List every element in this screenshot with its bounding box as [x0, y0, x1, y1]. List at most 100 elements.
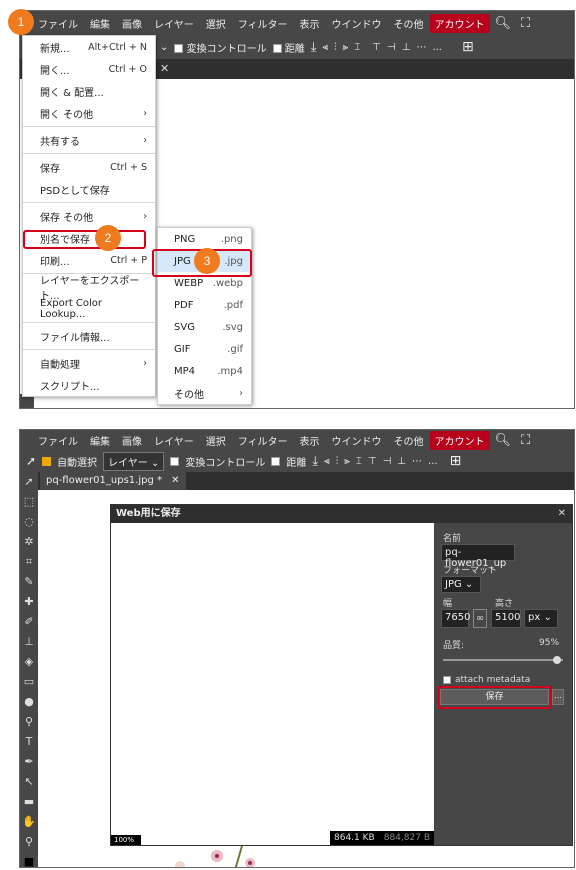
menu-image[interactable]: 画像 — [116, 433, 148, 448]
menu-item-export-layers[interactable]: レイヤーをエクスポート... — [23, 276, 155, 302]
align-bottom-icon[interactable]: ⊥ — [402, 42, 411, 53]
grid-icon[interactable]: ⊞ — [450, 453, 462, 469]
submenu-item-svg[interactable]: SVG .svg — [158, 316, 251, 338]
distribute-h-icon[interactable]: ⋯ — [412, 456, 422, 467]
menu-item-print[interactable]: 印刷... Ctrl + P — [23, 249, 155, 271]
menu-select[interactable]: 選択 — [200, 433, 232, 448]
distance-toggle[interactable]: 距離 — [272, 40, 305, 55]
submenu-item-mp4[interactable]: MP4 .mp4 — [158, 360, 251, 382]
align-bottom-icon[interactable]: ⊥ — [397, 456, 406, 467]
menu-item-open[interactable]: 開く... Ctrl + O — [23, 58, 155, 80]
name-input[interactable]: pq-flower01_up — [441, 544, 515, 569]
menu-item-file-info[interactable]: ファイル情報... — [23, 325, 155, 347]
menu-view[interactable]: 表示 — [294, 16, 326, 31]
layer-select[interactable]: レイヤー ⌄ — [103, 451, 165, 471]
align-center-icon[interactable]: ⫶ — [334, 42, 337, 53]
crop-tool-icon[interactable]: ⌗ — [20, 552, 38, 572]
menu-layer[interactable]: レイヤー — [148, 16, 200, 31]
unit-select[interactable]: px ⌄ — [524, 609, 558, 628]
transform-control-toggle[interactable]: 変換コントロール — [174, 40, 267, 55]
distance-checkbox[interactable] — [271, 456, 281, 466]
submenu-item-pdf[interactable]: PDF .pdf — [158, 294, 251, 316]
close-icon[interactable]: ✕ — [558, 508, 566, 519]
width-input[interactable]: 7650 — [441, 609, 470, 628]
menu-view[interactable]: 表示 — [294, 433, 326, 448]
fullscreen-icon[interactable]: ⛶ — [516, 433, 535, 448]
menu-item-save[interactable]: 保存 Ctrl + S — [23, 156, 155, 178]
blur-tool-icon[interactable]: ● — [20, 692, 38, 712]
distribute-icon[interactable]: ⌶ — [356, 456, 362, 467]
menu-item-export-lookup[interactable]: Export Color Lookup... — [23, 298, 155, 320]
menu-item-automate[interactable]: 自動処理 › — [23, 352, 155, 374]
marquee-tool-icon[interactable]: ⬚ — [20, 492, 38, 512]
menu-file[interactable]: ファイル — [32, 16, 84, 31]
align-left-icon[interactable]: ⫷ — [324, 456, 330, 467]
move-tool-icon[interactable]: ➚ — [20, 472, 38, 492]
menu-more[interactable]: その他 — [388, 433, 430, 448]
menu-edit[interactable]: 編集 — [84, 16, 116, 31]
menu-layer[interactable]: レイヤー — [148, 433, 200, 448]
lasso-tool-icon[interactable]: ◌ — [20, 512, 38, 532]
wand-tool-icon[interactable]: ✲ — [20, 532, 38, 552]
distance-checkbox[interactable] — [272, 44, 282, 53]
menu-filter[interactable]: フィルター — [232, 433, 294, 448]
metadata-toggle[interactable]: attach metadata — [443, 675, 530, 685]
menu-item-open-other[interactable]: 開く その他 › — [23, 102, 155, 124]
search-icon[interactable]: 🔍︎ — [490, 16, 517, 31]
menu-edit[interactable]: 編集 — [84, 433, 116, 448]
grid-icon[interactable]: ⊞ — [462, 39, 474, 55]
align-right-icon[interactable]: ⫸ — [344, 456, 350, 467]
account-button[interactable]: アカウント — [429, 430, 490, 450]
menu-window[interactable]: ウインドウ — [326, 433, 388, 448]
menu-select[interactable]: 選択 — [200, 16, 232, 31]
autoselect-checkbox[interactable] — [42, 456, 52, 466]
move-tool-icon[interactable]: ➚ — [26, 454, 36, 468]
gradient-tool-icon[interactable]: ▭ — [20, 672, 38, 692]
account-button[interactable]: アカウント — [429, 13, 490, 33]
chevron-down-icon[interactable]: ⌄ — [160, 42, 168, 53]
save-options-button[interactable]: ... — [552, 689, 564, 705]
align-center-icon[interactable]: ⫶ — [336, 456, 339, 467]
shape-tool-icon[interactable]: ▬ — [20, 792, 38, 812]
fullscreen-icon[interactable]: ⛶ — [516, 16, 535, 31]
download-icon[interactable]: ⤓ — [311, 40, 317, 55]
dodge-tool-icon[interactable]: ⚲ — [20, 712, 38, 732]
download-icon[interactable]: ⤓ — [312, 454, 318, 469]
more-button[interactable]: ... — [428, 456, 438, 467]
quality-slider-thumb[interactable] — [553, 656, 561, 664]
color-swatch-icon[interactable]: ■ — [20, 852, 38, 867]
distribute-h-icon[interactable]: ⋯ — [416, 42, 426, 53]
more-button[interactable]: ... — [432, 42, 442, 53]
stamp-tool-icon[interactable]: ⊥ — [20, 632, 38, 652]
path-select-tool-icon[interactable]: ↖ — [20, 772, 38, 792]
pen-tool-icon[interactable]: ✒ — [20, 752, 38, 772]
menu-item-save-other[interactable]: 保存 その他 › — [23, 205, 155, 227]
quality-slider[interactable] — [443, 656, 563, 664]
transform-checkbox[interactable] — [174, 44, 184, 53]
align-middle-icon[interactable]: ⊣ — [383, 456, 392, 467]
tab-document[interactable]: pq-flower01_ups1.jpg * ✕ — [40, 472, 186, 490]
submenu-item-png[interactable]: PNG .png — [158, 228, 251, 250]
link-icon[interactable]: ∞ — [473, 609, 487, 628]
tab-close-icon[interactable]: ✕ — [171, 475, 179, 486]
metadata-checkbox[interactable] — [443, 676, 451, 684]
eyedropper-tool-icon[interactable]: ✎ — [20, 572, 38, 592]
menu-window[interactable]: ウインドウ — [326, 16, 388, 31]
brush-tool-icon[interactable]: ✐ — [20, 612, 38, 632]
height-input[interactable]: 5100 — [491, 609, 521, 628]
transform-checkbox[interactable] — [170, 456, 180, 466]
align-right-icon[interactable]: ⫸ — [343, 42, 349, 53]
heal-tool-icon[interactable]: ✚ — [20, 592, 38, 612]
distribute-icon[interactable]: ⌶ — [354, 42, 360, 53]
format-select[interactable]: JPG ⌄ — [441, 576, 481, 593]
menu-item-share[interactable]: 共有する › — [23, 129, 155, 151]
text-tool-icon[interactable]: T — [20, 732, 38, 752]
search-icon[interactable]: 🔍︎ — [490, 433, 517, 448]
menu-filter[interactable]: フィルター — [232, 16, 294, 31]
align-middle-icon[interactable]: ⊣ — [387, 42, 396, 53]
align-top-icon[interactable]: ⊤ — [372, 42, 381, 53]
align-left-icon[interactable]: ⫷ — [323, 42, 329, 53]
menu-item-script[interactable]: スクリプト... — [23, 374, 155, 396]
tab-close-icon[interactable]: ✕ — [160, 62, 169, 75]
eraser-tool-icon[interactable]: ◈ — [20, 652, 38, 672]
